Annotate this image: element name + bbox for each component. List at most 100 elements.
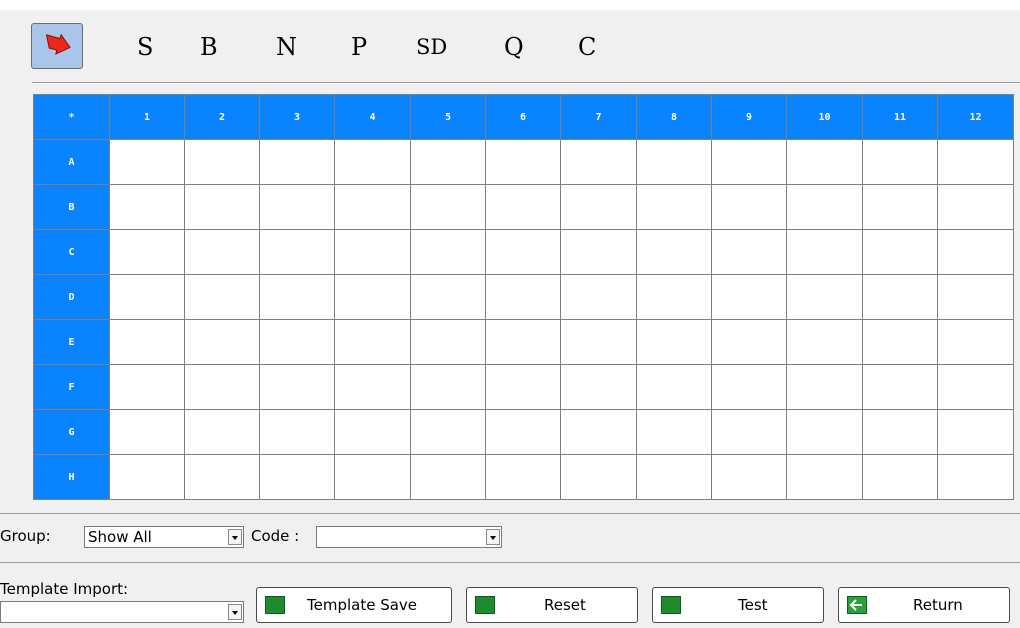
column-header-12[interactable]: 12 [937, 94, 1014, 140]
well-e4[interactable] [334, 319, 411, 365]
well-d4[interactable] [334, 274, 411, 320]
well-d9[interactable] [711, 274, 787, 320]
column-header-9[interactable]: 9 [711, 94, 787, 140]
well-c1[interactable] [109, 229, 185, 275]
well-f8[interactable] [636, 364, 712, 410]
well-a5[interactable] [410, 139, 486, 185]
group-select[interactable]: Show All [84, 526, 244, 548]
well-h2[interactable] [184, 454, 260, 500]
well-g5[interactable] [410, 409, 486, 455]
well-g1[interactable] [109, 409, 185, 455]
well-b12[interactable] [937, 184, 1014, 230]
well-b9[interactable] [711, 184, 787, 230]
well-g9[interactable] [711, 409, 787, 455]
well-e3[interactable] [259, 319, 335, 365]
tool-n[interactable]: N [276, 30, 297, 64]
well-h11[interactable] [862, 454, 938, 500]
template-import-select[interactable] [0, 601, 244, 623]
well-c4[interactable] [334, 229, 411, 275]
column-header-4[interactable]: 4 [334, 94, 411, 140]
well-e2[interactable] [184, 319, 260, 365]
well-e12[interactable] [937, 319, 1014, 365]
well-a10[interactable] [786, 139, 863, 185]
well-c11[interactable] [862, 229, 938, 275]
row-header-c[interactable]: C [33, 229, 110, 275]
well-g7[interactable] [560, 409, 637, 455]
well-g4[interactable] [334, 409, 411, 455]
well-h1[interactable] [109, 454, 185, 500]
column-header-2[interactable]: 2 [184, 94, 260, 140]
column-header-5[interactable]: 5 [410, 94, 486, 140]
well-f6[interactable] [485, 364, 561, 410]
row-header-g[interactable]: G [33, 409, 110, 455]
well-h6[interactable] [485, 454, 561, 500]
well-e6[interactable] [485, 319, 561, 365]
well-f1[interactable] [109, 364, 185, 410]
test-button[interactable]: Test [652, 587, 824, 623]
well-b5[interactable] [410, 184, 486, 230]
well-b7[interactable] [560, 184, 637, 230]
well-h8[interactable] [636, 454, 712, 500]
tool-b[interactable]: B [200, 30, 218, 64]
select-tool-button[interactable] [31, 23, 83, 69]
row-header-h[interactable]: H [33, 454, 110, 500]
well-f10[interactable] [786, 364, 863, 410]
well-g8[interactable] [636, 409, 712, 455]
well-c8[interactable] [636, 229, 712, 275]
well-d5[interactable] [410, 274, 486, 320]
column-header-11[interactable]: 11 [862, 94, 938, 140]
code-select[interactable] [316, 526, 502, 548]
well-g10[interactable] [786, 409, 863, 455]
well-a11[interactable] [862, 139, 938, 185]
well-c5[interactable] [410, 229, 486, 275]
well-h9[interactable] [711, 454, 787, 500]
well-c12[interactable] [937, 229, 1014, 275]
well-a9[interactable] [711, 139, 787, 185]
well-g12[interactable] [937, 409, 1014, 455]
well-f7[interactable] [560, 364, 637, 410]
well-c7[interactable] [560, 229, 637, 275]
well-g3[interactable] [259, 409, 335, 455]
chevron-down-icon[interactable] [228, 529, 242, 545]
column-header-1[interactable]: 1 [109, 94, 185, 140]
well-g6[interactable] [485, 409, 561, 455]
well-a12[interactable] [937, 139, 1014, 185]
well-f12[interactable] [937, 364, 1014, 410]
well-a8[interactable] [636, 139, 712, 185]
well-d1[interactable] [109, 274, 185, 320]
well-b10[interactable] [786, 184, 863, 230]
well-h3[interactable] [259, 454, 335, 500]
column-header-10[interactable]: 10 [786, 94, 863, 140]
well-h7[interactable] [560, 454, 637, 500]
well-h12[interactable] [937, 454, 1014, 500]
well-d2[interactable] [184, 274, 260, 320]
well-h5[interactable] [410, 454, 486, 500]
well-h4[interactable] [334, 454, 411, 500]
tool-p[interactable]: P [351, 30, 367, 64]
well-a6[interactable] [485, 139, 561, 185]
well-d8[interactable] [636, 274, 712, 320]
well-c10[interactable] [786, 229, 863, 275]
row-header-f[interactable]: F [33, 364, 110, 410]
well-b8[interactable] [636, 184, 712, 230]
tool-q[interactable]: Q [504, 30, 524, 64]
well-c6[interactable] [485, 229, 561, 275]
well-a4[interactable] [334, 139, 411, 185]
column-header-8[interactable]: 8 [636, 94, 712, 140]
well-d12[interactable] [937, 274, 1014, 320]
well-g11[interactable] [862, 409, 938, 455]
column-header-3[interactable]: 3 [259, 94, 335, 140]
template-save-button[interactable]: Template Save [256, 587, 452, 623]
well-c9[interactable] [711, 229, 787, 275]
row-header-a[interactable]: A [33, 139, 110, 185]
well-c3[interactable] [259, 229, 335, 275]
well-d10[interactable] [786, 274, 863, 320]
well-f9[interactable] [711, 364, 787, 410]
row-header-e[interactable]: E [33, 319, 110, 365]
well-f3[interactable] [259, 364, 335, 410]
well-e9[interactable] [711, 319, 787, 365]
well-b6[interactable] [485, 184, 561, 230]
return-button[interactable]: Return [838, 587, 1010, 623]
well-d6[interactable] [485, 274, 561, 320]
well-d7[interactable] [560, 274, 637, 320]
